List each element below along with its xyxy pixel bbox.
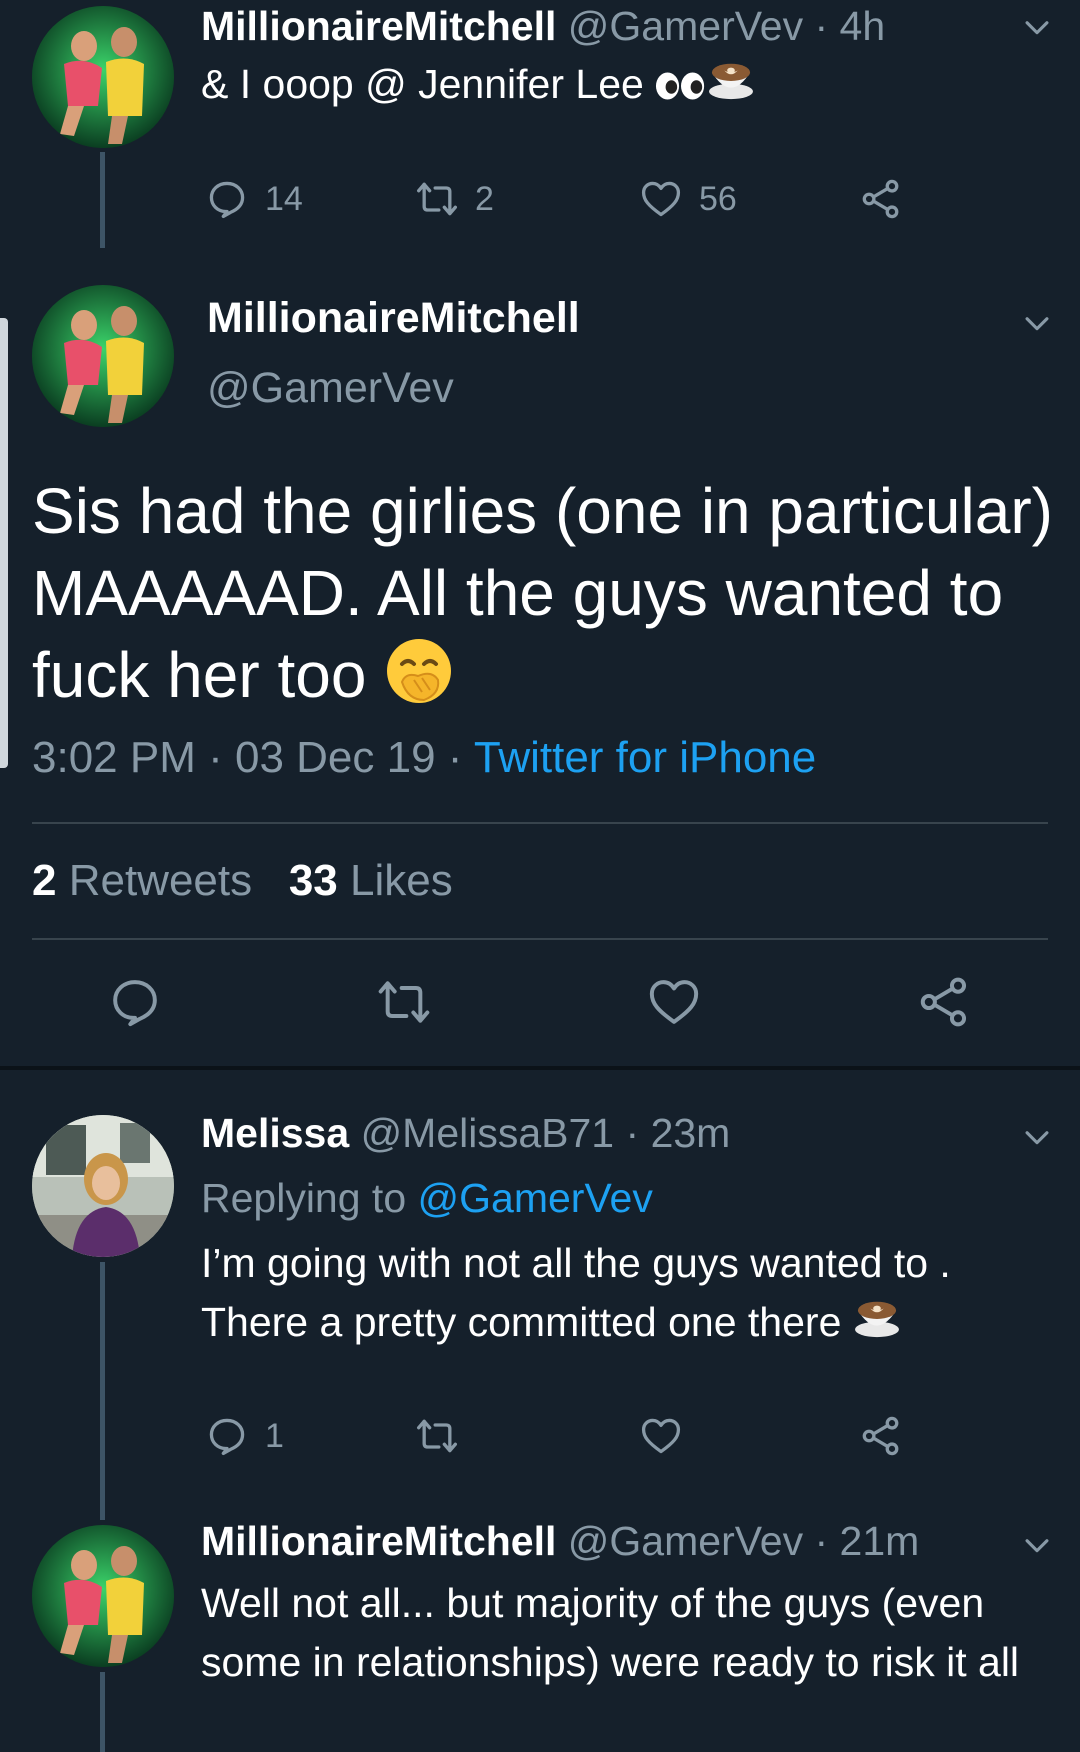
tweet-header: MillionaireMitchell @GamerVev · 21m bbox=[201, 1521, 919, 1562]
tweet-date: 03 Dec 19 bbox=[234, 733, 436, 782]
heart-icon bbox=[641, 1418, 681, 1454]
thread-line bbox=[100, 1262, 105, 1520]
like-button[interactable] bbox=[646, 974, 702, 1030]
tweet-body: I’m going with not all the guys wanted t… bbox=[201, 1234, 1061, 1355]
tweet-time: 3:02 PM bbox=[32, 733, 196, 782]
separator-dot: · bbox=[803, 3, 840, 49]
tweet-body: Sis had the girlies (one in particular) … bbox=[32, 470, 1062, 725]
retweets-label: Retweets bbox=[56, 856, 253, 905]
share-button[interactable] bbox=[859, 1414, 903, 1458]
author-name[interactable]: MillionaireMitchell bbox=[201, 3, 556, 49]
retweet-icon bbox=[417, 1419, 457, 1453]
tweet-text: Well not all... but majority of the guys… bbox=[201, 1580, 1020, 1685]
reply-button[interactable] bbox=[107, 974, 163, 1030]
main-tweet-actions bbox=[0, 974, 1080, 1034]
author-name[interactable]: MillionaireMitchell bbox=[207, 297, 580, 340]
like-count: 56 bbox=[699, 179, 737, 218]
replying-to-label: Replying to bbox=[201, 1175, 418, 1221]
retweet-icon bbox=[417, 182, 457, 216]
separator-dot: · bbox=[803, 1518, 840, 1564]
tweet-time[interactable]: 23m bbox=[651, 1110, 731, 1156]
avatar-millionairemitchell[interactable] bbox=[32, 285, 174, 427]
coffee-emoji bbox=[853, 1296, 901, 1355]
tweet-header: Melissa @MelissaB71 · 23m bbox=[201, 1113, 730, 1154]
chevron-down-icon[interactable] bbox=[1020, 10, 1054, 44]
separator-dot: · bbox=[435, 733, 474, 782]
likes-stat[interactable]: 33 Likes bbox=[289, 856, 453, 905]
tweet-time[interactable]: 4h bbox=[840, 3, 886, 49]
tweet-body: Well not all... but majority of the guys… bbox=[201, 1574, 1061, 1692]
author-handle[interactable]: @GamerVev bbox=[207, 367, 454, 410]
chevron-down-icon[interactable] bbox=[1020, 1528, 1054, 1562]
thread-line bbox=[100, 152, 105, 248]
replying-to-mention[interactable]: @GamerVev bbox=[418, 1175, 653, 1221]
retweet-button[interactable] bbox=[415, 1414, 459, 1458]
separator-dot: · bbox=[195, 733, 235, 782]
divider bbox=[32, 822, 1048, 824]
divider bbox=[32, 938, 1048, 940]
reply-button[interactable]: 1 bbox=[205, 1414, 284, 1458]
tweet-text: & I ooop @ Jennifer Lee bbox=[201, 61, 644, 107]
author-name[interactable]: MillionaireMitchell bbox=[201, 1518, 556, 1564]
tweet-source-link[interactable]: Twitter for iPhone bbox=[474, 733, 816, 782]
retweet-button[interactable]: 2 bbox=[415, 177, 494, 221]
tweet-meta: 3:02 PM · 03 Dec 19 · Twitter for iPhone bbox=[32, 736, 816, 780]
retweet-button[interactable] bbox=[376, 974, 432, 1030]
tweet-time[interactable]: 21m bbox=[840, 1518, 920, 1564]
retweets-stat[interactable]: 2 Retweets bbox=[32, 856, 252, 905]
share-button[interactable] bbox=[859, 177, 903, 221]
reply-count: 14 bbox=[265, 179, 303, 218]
retweet-icon bbox=[378, 981, 430, 1023]
author-handle[interactable]: @MelissaB71 bbox=[361, 1110, 615, 1156]
thread-line bbox=[100, 1672, 105, 1752]
tweet-body: & I ooop @ Jennifer Lee bbox=[201, 55, 1061, 116]
reply-button[interactable]: 14 bbox=[205, 177, 303, 221]
coffee-emoji bbox=[707, 58, 755, 116]
share-icon bbox=[862, 1416, 899, 1456]
author-handle[interactable]: @GamerVev bbox=[568, 3, 803, 49]
likes-count: 33 bbox=[288, 856, 338, 905]
heart-icon bbox=[649, 980, 699, 1024]
share-button[interactable] bbox=[916, 974, 972, 1030]
share-icon bbox=[920, 977, 967, 1027]
separator-dot: · bbox=[614, 1110, 651, 1156]
section-divider bbox=[0, 1066, 1080, 1070]
author-name[interactable]: Melissa bbox=[201, 1110, 349, 1156]
chevron-down-icon[interactable] bbox=[1020, 1120, 1054, 1154]
like-button[interactable] bbox=[639, 1414, 683, 1458]
heart-icon bbox=[641, 181, 681, 217]
replying-to: Replying to @GamerVev bbox=[201, 1175, 653, 1222]
avatar-millionairemitchell[interactable] bbox=[32, 6, 174, 148]
author-handle[interactable]: @GamerVev bbox=[568, 1518, 803, 1564]
tweet-actions: 1 bbox=[205, 1414, 1005, 1464]
scrollbar-thumb[interactable] bbox=[0, 318, 8, 768]
reply-icon bbox=[113, 980, 157, 1027]
chevron-down-icon[interactable] bbox=[1020, 306, 1054, 340]
reply-count: 1 bbox=[265, 1416, 284, 1455]
tweet-actions: 14 2 56 bbox=[205, 177, 1005, 227]
twitter-thread-screen: MillionaireMitchell @GamerVev · 4h & I o… bbox=[0, 0, 1080, 1752]
tweet-text: Sis had the girlies (one in particular) … bbox=[32, 475, 1053, 711]
avatar-millionairemitchell[interactable] bbox=[32, 1525, 174, 1667]
tweet-header: MillionaireMitchell @GamerVev · 4h bbox=[201, 6, 885, 47]
retweets-count: 2 bbox=[32, 856, 57, 905]
retweet-count: 2 bbox=[475, 179, 494, 218]
share-icon bbox=[862, 179, 899, 219]
tweet-text: I’m going with not all the guys wanted t… bbox=[201, 1240, 951, 1345]
reply-icon bbox=[209, 181, 245, 219]
avatar-melissa[interactable] bbox=[32, 1115, 174, 1257]
likes-label: Likes bbox=[337, 856, 453, 905]
eyes-emoji bbox=[655, 58, 707, 116]
face-with-hand-over-mouth-emoji bbox=[384, 636, 454, 725]
reply-icon bbox=[209, 1418, 245, 1456]
like-button[interactable]: 56 bbox=[639, 177, 737, 221]
tweet-stats: 2 Retweets 33 Likes bbox=[32, 859, 453, 903]
